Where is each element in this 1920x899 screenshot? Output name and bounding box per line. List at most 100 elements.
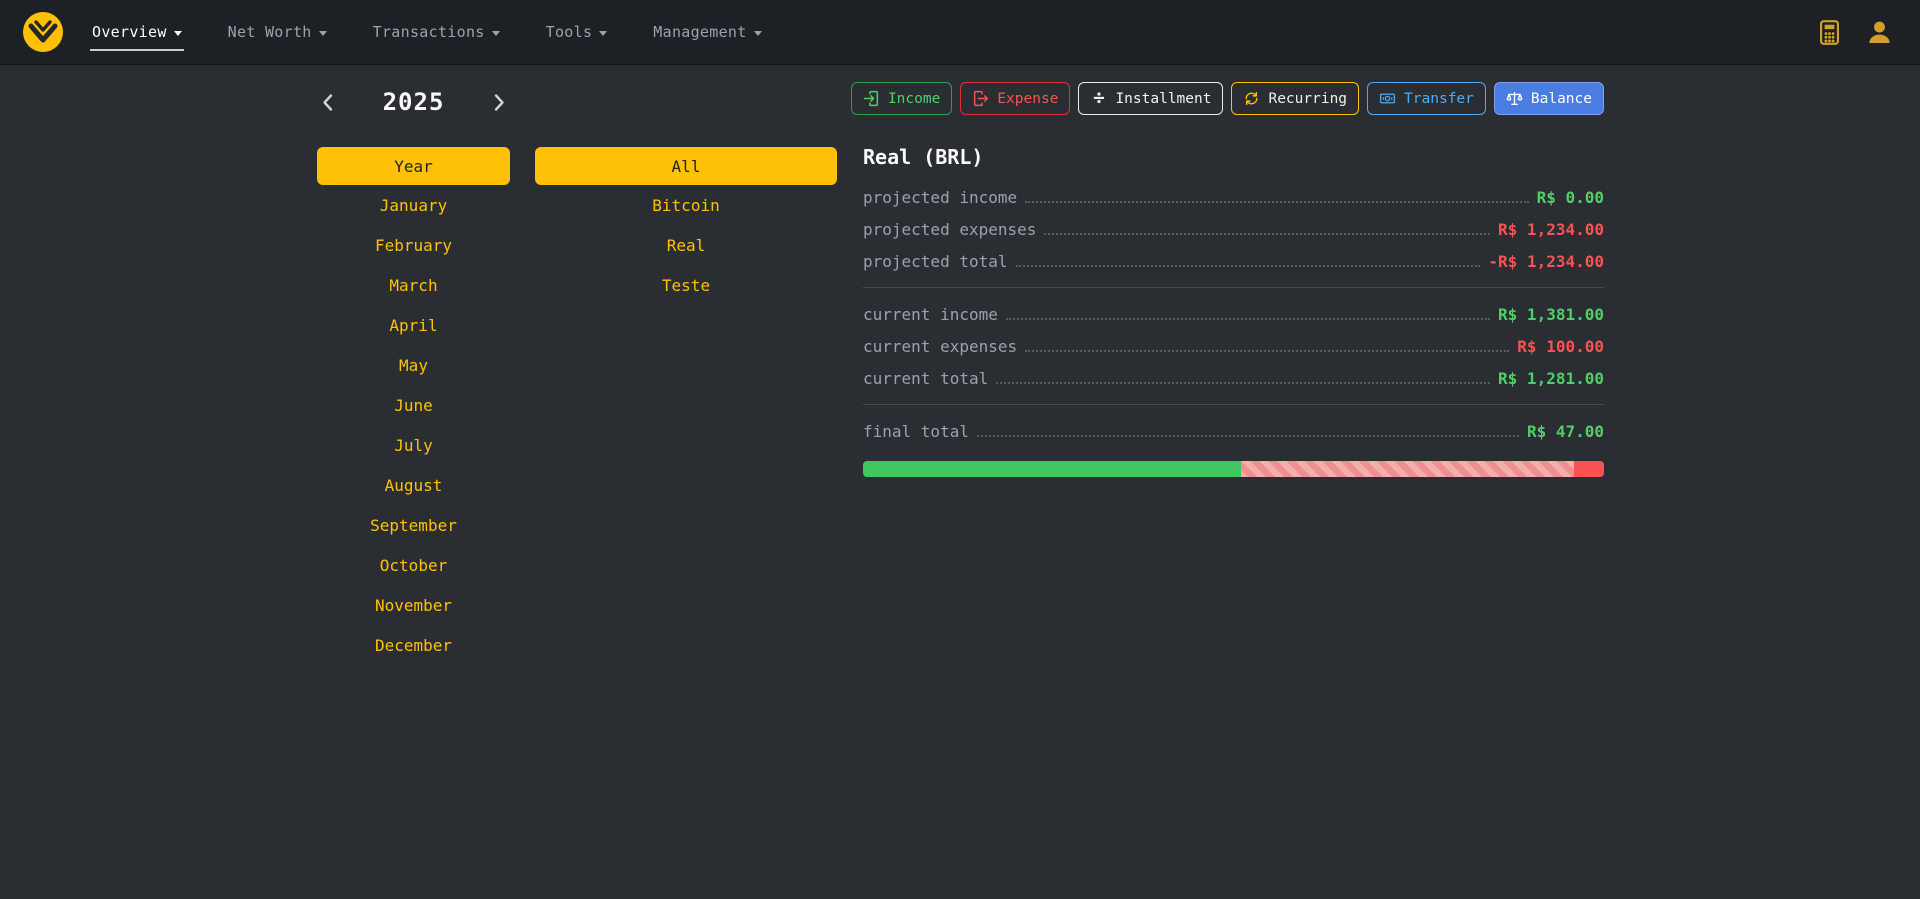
next-year-button[interactable]	[489, 91, 510, 114]
summary-row-value: R$ 47.00	[1527, 422, 1604, 441]
installment-button-label: Installment	[1115, 91, 1211, 107]
period-selector: 2025 Year January February March April M…	[317, 83, 510, 665]
month-march[interactable]: March	[317, 265, 510, 305]
month-july[interactable]: July	[317, 425, 510, 465]
progress-expense-segment	[1241, 461, 1574, 477]
year-filter-button[interactable]: Year	[317, 147, 510, 185]
month-december[interactable]: December	[317, 625, 510, 665]
summary-row-projected-expenses: projected expenses R$ 1,234.00	[863, 213, 1604, 245]
summary-row-current-income: current income R$ 1,381.00	[863, 298, 1604, 330]
month-november[interactable]: November	[317, 585, 510, 625]
dotted-leader	[1044, 233, 1490, 235]
cash-transfer-icon	[1379, 90, 1396, 107]
account-item-real[interactable]: Real	[535, 225, 837, 265]
summary-row-projected-total: projected total -R$ 1,234.00	[863, 245, 1604, 277]
summary-row-value: R$ 1,381.00	[1498, 305, 1604, 324]
month-february[interactable]: February	[317, 225, 510, 265]
transfer-button[interactable]: Transfer	[1367, 82, 1486, 115]
summary-row-value: -R$ 1,234.00	[1488, 252, 1604, 271]
month-may[interactable]: May	[317, 345, 510, 385]
month-june[interactable]: June	[317, 385, 510, 425]
nav-management-label: Management	[653, 23, 746, 41]
box-arrow-right-icon	[972, 90, 989, 107]
chevron-down-icon	[599, 31, 607, 36]
year-navigator: 2025	[317, 83, 510, 121]
month-april[interactable]: April	[317, 305, 510, 345]
dotted-leader	[1025, 201, 1528, 203]
chevron-down-icon	[754, 31, 762, 36]
chevron-down-icon	[492, 31, 500, 36]
nav-transactions-label: Transactions	[373, 23, 485, 41]
calculator-icon	[1816, 19, 1843, 46]
summary-panel: Income Expense ÷ Installment	[863, 82, 1604, 477]
transfer-button-label: Transfer	[1404, 91, 1474, 107]
month-august[interactable]: August	[317, 465, 510, 505]
summary-row-value: R$ 100.00	[1517, 337, 1604, 356]
nav-tools-label: Tools	[546, 23, 593, 41]
main-nav: Overview Net Worth Transactions Tools Ma…	[90, 13, 764, 51]
dotted-leader	[1016, 265, 1481, 267]
chevron-down-icon	[174, 31, 182, 36]
dotted-leader	[1006, 318, 1490, 320]
summary-row-current-expenses: current expenses R$ 100.00	[863, 330, 1604, 362]
dotted-leader	[1025, 350, 1509, 352]
installment-button[interactable]: ÷ Installment	[1078, 82, 1223, 115]
account-selector: All Bitcoin Real Teste	[535, 147, 837, 305]
summary-rows: projected income R$ 0.00 projected expen…	[863, 181, 1604, 447]
user-icon	[1865, 18, 1894, 47]
summary-row-label: projected total	[863, 252, 1008, 271]
dotted-leader	[977, 435, 1519, 437]
nav-overview[interactable]: Overview	[90, 13, 184, 51]
account-item-bitcoin[interactable]: Bitcoin	[535, 185, 837, 225]
arrow-repeat-icon	[1243, 90, 1260, 107]
summary-row-projected-income: projected income R$ 0.00	[863, 181, 1604, 213]
calculator-button[interactable]	[1812, 15, 1847, 50]
box-arrow-in-right-icon	[863, 90, 880, 107]
chevron-right-icon	[493, 93, 506, 112]
account-item-teste[interactable]: Teste	[535, 265, 837, 305]
top-navbar: Overview Net Worth Transactions Tools Ma…	[0, 0, 1920, 65]
user-menu-button[interactable]	[1861, 14, 1898, 51]
progress-over-segment	[1574, 461, 1604, 477]
month-october[interactable]: October	[317, 545, 510, 585]
summary-row-value: R$ 1,281.00	[1498, 369, 1604, 388]
all-accounts-button[interactable]: All	[535, 147, 837, 185]
nav-management[interactable]: Management	[651, 13, 763, 51]
income-button[interactable]: Income	[851, 82, 952, 115]
section-divider	[863, 287, 1604, 288]
nav-net-worth[interactable]: Net Worth	[226, 13, 329, 51]
app-logo[interactable]	[22, 11, 64, 53]
coin-logo-icon	[22, 11, 64, 53]
current-year: 2025	[383, 88, 445, 116]
nav-overview-label: Overview	[92, 23, 167, 41]
nav-tools[interactable]: Tools	[544, 13, 610, 51]
summary-row-label: final total	[863, 422, 969, 441]
summary-row-value: R$ 0.00	[1537, 188, 1604, 207]
income-button-label: Income	[888, 91, 940, 107]
summary-row-label: current total	[863, 369, 988, 388]
summary-row-value: R$ 1,234.00	[1498, 220, 1604, 239]
budget-progress-bar	[863, 461, 1604, 477]
summary-row-label: current income	[863, 305, 998, 324]
nav-transactions[interactable]: Transactions	[371, 13, 502, 51]
progress-income-segment	[863, 461, 1241, 477]
balance-button-label: Balance	[1531, 91, 1592, 107]
month-september[interactable]: September	[317, 505, 510, 545]
summary-row-label: projected income	[863, 188, 1017, 207]
summary-row-current-total: current total R$ 1,281.00	[863, 362, 1604, 394]
previous-year-button[interactable]	[317, 91, 338, 114]
chevron-left-icon	[321, 93, 334, 112]
expense-button[interactable]: Expense	[960, 82, 1070, 115]
dotted-leader	[996, 382, 1490, 384]
balance-button[interactable]: Balance	[1494, 82, 1604, 115]
summary-row-label: projected expenses	[863, 220, 1036, 239]
nav-net-worth-label: Net Worth	[228, 23, 312, 41]
section-divider	[863, 404, 1604, 405]
expense-button-label: Expense	[997, 91, 1058, 107]
currency-summary-title: Real (BRL)	[863, 145, 1604, 169]
month-january[interactable]: January	[317, 185, 510, 225]
summary-row-final-total: final total R$ 47.00	[863, 415, 1604, 447]
divide-icon: ÷	[1090, 90, 1107, 107]
balance-scale-icon	[1506, 90, 1523, 107]
recurring-button[interactable]: Recurring	[1231, 82, 1359, 115]
